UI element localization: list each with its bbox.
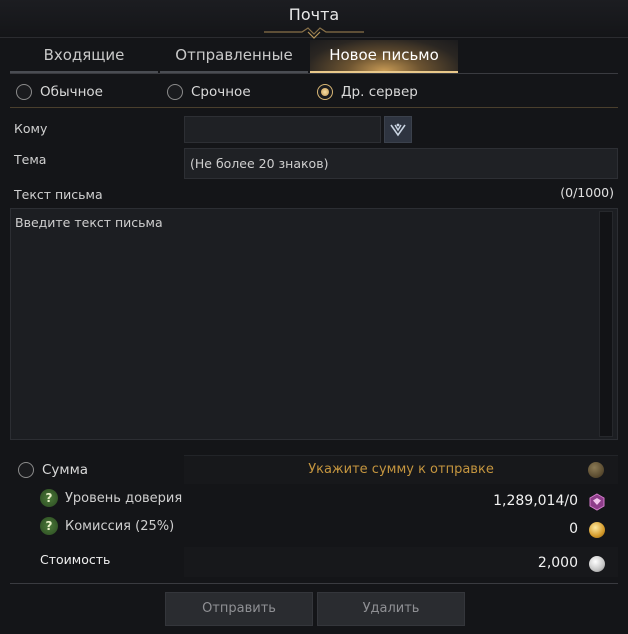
recipient-input[interactable]	[184, 116, 381, 143]
body-placeholder: Введите текст письма	[15, 215, 163, 230]
tabs-divider	[10, 73, 618, 74]
radio-normal-indicator[interactable]	[16, 84, 32, 100]
help-icon[interactable]: ?	[40, 489, 58, 507]
trust-level-row: ? Уровень доверия	[40, 489, 182, 507]
tab-sent[interactable]: Отправленные	[160, 40, 308, 73]
radio-amount-indicator[interactable]	[18, 462, 34, 478]
trust-level-label: Уровень доверия	[65, 490, 183, 506]
radio-other-server-indicator[interactable]	[317, 84, 333, 100]
gold-coin-icon	[588, 462, 604, 478]
radio-other-server-label: Др. сервер	[341, 84, 418, 100]
commission-value: 0	[569, 521, 578, 537]
help-icon[interactable]: ?	[40, 517, 58, 535]
window-title: Почта	[288, 5, 340, 24]
window-titlebar: Почта	[0, 0, 628, 39]
radio-amount[interactable]: Сумма	[18, 460, 88, 480]
cost-label: Стоимость	[40, 552, 111, 567]
commission-row: ? Комиссия (25%)	[40, 517, 174, 535]
tab-inbox[interactable]: Входящие	[10, 40, 158, 73]
amount-label: Сумма	[42, 462, 89, 478]
message-body-textarea[interactable]: Введите текст письма	[10, 208, 618, 440]
mail-tabs: Входящие Отправленные Новое письмо	[10, 40, 618, 73]
amount-placeholder: Укажите сумму к отправке	[308, 462, 494, 477]
guild-emblem-icon	[390, 123, 406, 136]
trust-gem-icon	[589, 493, 605, 511]
subject-label: Тема	[14, 152, 47, 167]
tab-new-mail[interactable]: Новое письмо	[310, 40, 458, 73]
body-char-counter: (0/1000)	[560, 185, 614, 200]
radio-urgent[interactable]: Срочное	[167, 82, 251, 102]
radio-normal[interactable]: Обычное	[16, 82, 103, 102]
section-divider	[10, 107, 618, 108]
delete-button[interactable]: Удалить	[317, 592, 465, 626]
footer-divider	[10, 583, 618, 584]
body-scrollbar[interactable]	[599, 211, 613, 437]
body-label: Текст письма	[14, 187, 103, 202]
cost-value: 2,000	[537, 555, 578, 571]
gold-coin-icon	[589, 522, 605, 538]
commission-label: Комиссия (25%)	[65, 518, 175, 534]
trust-level-value: 1,289,014/0	[493, 493, 578, 509]
radio-normal-label: Обычное	[40, 84, 103, 100]
radio-urgent-label: Срочное	[191, 84, 251, 100]
title-ornament-icon	[264, 27, 364, 39]
subject-input[interactable]: (Не более 20 знаков)	[184, 148, 618, 179]
radio-urgent-indicator[interactable]	[167, 84, 183, 100]
send-button[interactable]: Отправить	[165, 592, 313, 626]
silver-coin-icon	[589, 556, 605, 572]
amount-input[interactable]: Укажите сумму к отправке	[184, 455, 618, 484]
recipient-picker-button[interactable]	[384, 116, 412, 143]
radio-other-server[interactable]: Др. сервер	[317, 82, 418, 102]
to-label: Кому	[14, 121, 48, 136]
